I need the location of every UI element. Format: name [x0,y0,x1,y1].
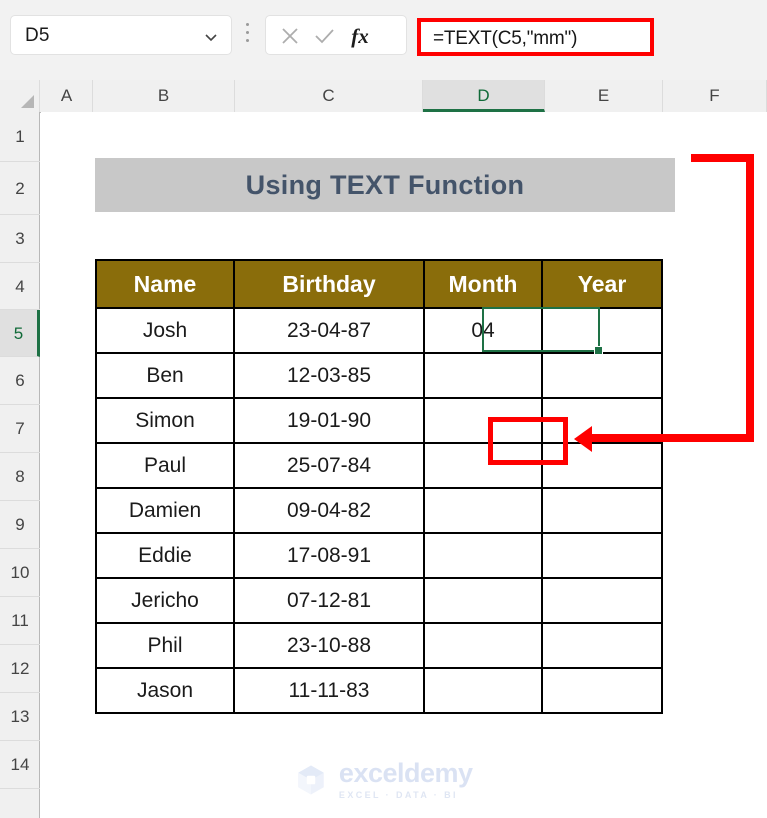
row-header-9[interactable]: 9 [0,501,40,549]
row-header-13[interactable]: 13 [0,693,40,741]
column-header-month: Month [423,259,543,309]
formula-input[interactable]: =TEXT(C5,"mm") [417,18,654,56]
page-title: Using TEXT Function [245,170,525,200]
watermark: exceldemy EXCEL · DATA · BI [0,760,767,800]
cell-name[interactable]: Ben [95,352,235,399]
row-header-8[interactable]: 8 [0,453,40,501]
column-header-year: Year [541,259,663,309]
table-row: Jericho 07-12-81 [95,577,663,624]
cell-month[interactable] [423,667,543,714]
column-header-d[interactable]: D [423,80,545,112]
cell-name[interactable]: Phil [95,622,235,669]
cell-birthday[interactable]: 23-10-88 [233,622,425,669]
cell-name[interactable]: Jericho [95,577,235,624]
column-header-c[interactable]: C [235,80,423,112]
cell-month[interactable] [423,622,543,669]
name-box-value: D5 [25,25,50,46]
exceldemy-cube-logo-icon [298,765,325,795]
cell-birthday[interactable]: 19-01-90 [233,397,425,444]
cell-year[interactable] [541,577,663,624]
cell-birthday[interactable]: 09-04-82 [233,487,425,534]
column-header-e[interactable]: E [545,80,663,112]
confirm-check-icon[interactable] [310,22,338,50]
cell-birthday[interactable]: 12-03-85 [233,352,425,399]
column-header-b[interactable]: B [93,80,235,112]
annotation-highlight-box [488,417,568,465]
column-header-birthday: Birthday [233,259,425,309]
formula-input-value: =TEXT(C5,"mm") [433,28,578,49]
column-header-name: Name [95,259,235,309]
row-header-bar: 1 2 3 4 5 6 7 8 9 10 11 12 13 14 [0,112,40,818]
row-header-1[interactable]: 1 [0,112,40,162]
cell-name[interactable]: Eddie [95,532,235,579]
cell-year[interactable] [541,352,663,399]
formula-bar-area: D5 fx =TEXT(C5,"mm") [0,0,767,80]
cell-birthday[interactable]: 07-12-81 [233,577,425,624]
cell-name[interactable]: Paul [95,442,235,489]
name-box[interactable]: D5 [10,15,232,55]
table-row: Eddie 17-08-91 [95,532,663,579]
sheet-title-banner: Using TEXT Function [95,158,675,212]
cell-month[interactable] [423,487,543,534]
annotation-line-top [691,154,754,162]
cell-year[interactable] [541,487,663,534]
row-header-5[interactable]: 5 [0,310,40,357]
column-header-f[interactable]: F [663,80,767,112]
table-header-row: Name Birthday Month Year [95,259,663,309]
formula-action-group: fx [265,15,407,55]
worksheet-grid[interactable]: Using TEXT Function Name Birthday Month … [41,112,767,818]
table-row: Jason 11-11-83 [95,667,663,714]
cell-name[interactable]: Jason [95,667,235,714]
cancel-icon[interactable] [276,22,304,50]
row-header-7[interactable]: 7 [0,405,40,453]
table-row: Damien 09-04-82 [95,487,663,534]
row-header-11[interactable]: 11 [0,597,40,645]
insert-function-icon[interactable]: fx [346,22,374,50]
row-header-10[interactable]: 10 [0,549,40,597]
select-all-corner[interactable] [0,80,40,112]
cell-year[interactable] [541,667,663,714]
table-row: Ben 12-03-85 [95,352,663,399]
fill-handle[interactable] [594,346,603,355]
arrow-left-icon [574,426,592,452]
cell-name[interactable]: Josh [95,307,235,354]
cell-year[interactable] [541,622,663,669]
cell-birthday[interactable]: 23-04-87 [233,307,425,354]
watermark-brand: exceldemy [338,758,473,788]
select-all-triangle-icon [21,95,34,108]
cell-month[interactable] [423,577,543,624]
table-row: Phil 23-10-88 [95,622,663,669]
cell-name[interactable]: Damien [95,487,235,534]
annotation-line-vertical [746,154,754,442]
cell-year[interactable] [541,532,663,579]
cell-birthday[interactable]: 11-11-83 [233,667,425,714]
row-header-3[interactable]: 3 [0,215,40,263]
chevron-down-icon[interactable] [203,29,219,45]
cell-month[interactable]: 04 [423,307,543,354]
annotation-line-bottom [589,434,754,442]
cell-month[interactable] [423,532,543,579]
cell-birthday[interactable]: 17-08-91 [233,532,425,579]
column-header-bar: ABCDEF [0,80,767,113]
column-header-a[interactable]: A [41,80,93,112]
row-header-2[interactable]: 2 [0,162,40,215]
more-options-icon[interactable] [246,23,250,48]
row-header-4[interactable]: 4 [0,263,40,310]
cell-name[interactable]: Simon [95,397,235,444]
table-row: Josh 23-04-87 04 [95,307,663,354]
watermark-tagline: EXCEL · DATA · BI [338,790,458,800]
row-header-6[interactable]: 6 [0,357,40,405]
cell-birthday[interactable]: 25-07-84 [233,442,425,489]
row-header-12[interactable]: 12 [0,645,40,693]
cell-month[interactable] [423,352,543,399]
data-table: Name Birthday Month Year Josh 23-04-87 04 B… [95,259,663,714]
